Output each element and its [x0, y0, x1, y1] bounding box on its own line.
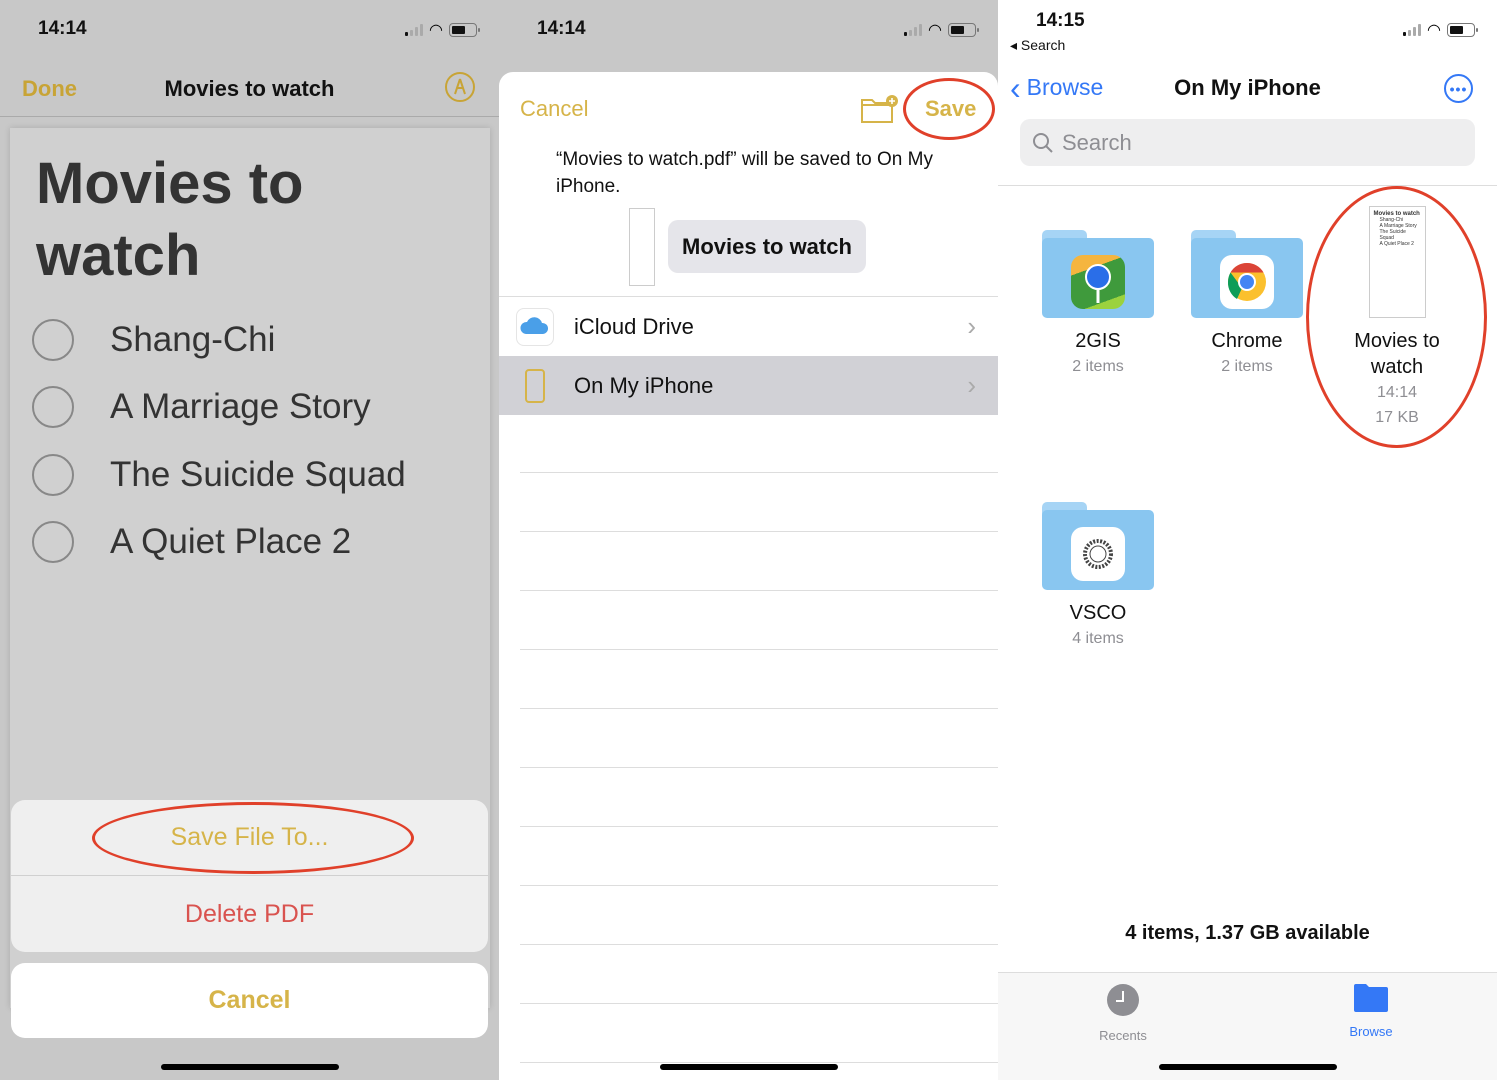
search-placeholder: Search — [1062, 129, 1132, 155]
item-name: 2GIS — [1075, 330, 1121, 352]
tab-browse[interactable]: Browse — [1311, 983, 1431, 1039]
empty-rows — [520, 414, 998, 1063]
clock-icon — [1107, 984, 1139, 1016]
home-indicator — [1158, 1064, 1337, 1070]
nav-bar: Done Movies to watch — [0, 62, 499, 117]
checklist-text: The Suicide Squad — [110, 454, 406, 494]
battery-icon — [948, 23, 979, 37]
signal-icon — [904, 24, 923, 36]
back-to-app-link[interactable]: ◂ Search — [1010, 37, 1065, 54]
signal-icon — [1403, 24, 1422, 36]
checklist: Shang-Chi A Marriage Story The Suicide S… — [32, 306, 406, 576]
checkbox[interactable] — [32, 453, 74, 496]
location-label: On My iPhone — [574, 372, 714, 398]
chevron-right-icon: › — [967, 311, 976, 341]
checklist-item: A Marriage Story — [32, 374, 406, 442]
markup-pen-icon[interactable] — [445, 72, 475, 102]
nav-title: Movies to watch — [164, 76, 335, 101]
item-name: Chrome — [1211, 330, 1283, 352]
action-sheet: Save File To... Delete PDF — [11, 800, 488, 952]
item-subtitle: 2 items — [1221, 358, 1273, 375]
checklist-text: A Quiet Place 2 — [110, 522, 352, 562]
cancel-button[interactable]: Cancel — [520, 96, 588, 122]
notes-panel: 14:14 ◠ Done Movies to watch Movies to w… — [0, 0, 499, 1080]
more-icon[interactable]: ••• — [1444, 74, 1473, 103]
highlight-oval — [1306, 186, 1487, 448]
2gis-icon — [1071, 255, 1125, 309]
save-dialog-panel: 14:14 ◠ Cancel Save “Movies to watch.pdf… — [499, 0, 998, 1080]
battery-icon — [1447, 23, 1478, 37]
files-panel: 14:15 ◠ ◂ Search ‹ Browse On My iPhone •… — [998, 0, 1497, 1080]
file-name-field[interactable]: Movies to watch — [668, 220, 866, 273]
checklist-text: A Marriage Story — [110, 387, 371, 427]
location-label: iCloud Drive — [574, 313, 694, 339]
item-subtitle: 4 items — [1072, 630, 1124, 647]
chevron-right-icon: › — [967, 370, 976, 400]
highlight-oval — [903, 78, 995, 140]
cancel-button[interactable]: Cancel — [11, 963, 488, 1038]
delete-pdf-button[interactable]: Delete PDF — [11, 876, 488, 952]
iphone-icon — [516, 367, 554, 405]
checklist-item: A Quiet Place 2 — [32, 509, 406, 577]
storage-footer: 4 items, 1.37 GB available — [1125, 922, 1370, 944]
home-indicator — [160, 1064, 339, 1070]
nav-title: On My iPhone — [1174, 75, 1321, 100]
wifi-icon: ◠ — [928, 22, 942, 39]
status-bar: 14:15 ◠ — [998, 0, 1497, 60]
folder-icon — [1042, 502, 1154, 590]
document-title: Movies to watch — [36, 151, 304, 288]
checklist-text: Shang-Chi — [110, 319, 276, 359]
status-time: 14:14 — [537, 18, 586, 39]
tab-label: Browse — [1349, 1024, 1393, 1039]
search-input[interactable]: Search — [1020, 119, 1475, 166]
divider — [998, 185, 1497, 186]
folder-icon — [1042, 230, 1154, 318]
vsco-icon — [1071, 527, 1125, 581]
wifi-icon: ◠ — [1427, 22, 1441, 39]
location-on-my-iphone[interactable]: On My iPhone › — [499, 356, 998, 415]
checkbox[interactable] — [32, 521, 74, 564]
save-sheet: Cancel Save “Movies to watch.pdf” will b… — [499, 72, 998, 1080]
tab-label: Recents — [1099, 1028, 1147, 1043]
status-time: 14:14 — [38, 18, 87, 39]
folder-icon — [1191, 230, 1303, 318]
folder-item[interactable]: Chrome 2 items — [1172, 230, 1322, 379]
status-bar: 14:14 ◠ — [0, 0, 499, 60]
status-time: 14:15 — [1036, 10, 1085, 31]
wifi-icon: ◠ — [429, 22, 443, 39]
checklist-item: Shang-Chi — [32, 306, 406, 374]
location-list: iCloud Drive › On My iPhone › — [499, 296, 998, 415]
chrome-icon — [1220, 255, 1274, 309]
file-thumbnail — [629, 208, 655, 286]
icloud-icon — [516, 307, 554, 346]
location-icloud-drive[interactable]: iCloud Drive › — [499, 297, 998, 356]
signal-icon — [405, 24, 424, 36]
item-name: VSCO — [1069, 602, 1127, 624]
checkbox[interactable] — [32, 318, 74, 361]
save-file-to-button[interactable]: Save File To... — [11, 800, 488, 876]
checklist-item: The Suicide Squad — [32, 441, 406, 509]
folder-icon — [1354, 984, 1388, 1012]
folder-item[interactable]: VSCO 4 items — [1023, 502, 1173, 651]
search-icon — [1033, 132, 1053, 153]
folder-item[interactable]: 2GIS 2 items — [1023, 230, 1173, 379]
battery-icon — [449, 23, 480, 37]
item-subtitle: 2 items — [1072, 358, 1124, 375]
status-bar: 14:14 ◠ — [499, 0, 998, 60]
checkbox[interactable] — [32, 386, 74, 429]
home-indicator — [659, 1064, 838, 1070]
tab-recents[interactable]: Recents — [1063, 983, 1183, 1043]
new-folder-icon[interactable] — [860, 94, 898, 124]
save-message: “Movies to watch.pdf” will be saved to O… — [556, 149, 933, 197]
